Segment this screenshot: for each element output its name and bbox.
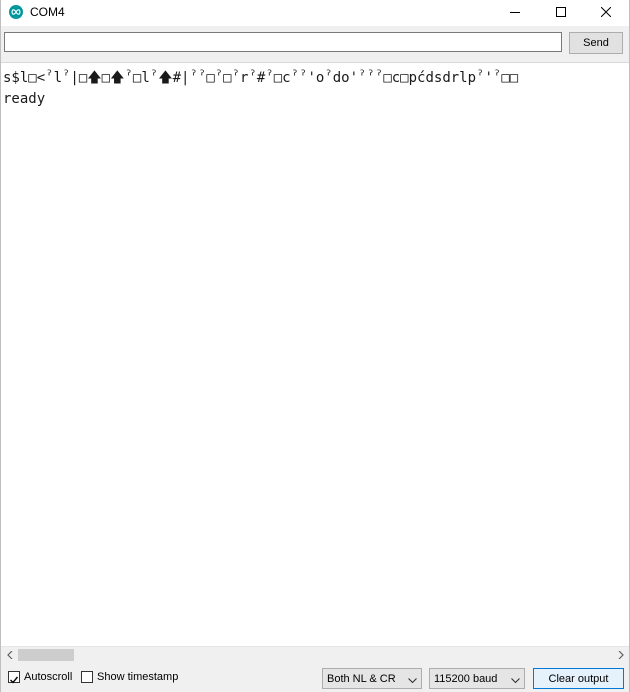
serial-monitor-window: COM4 Send s$l□<ˀlˀ|□🡅□🡅ˀ□lˀ🡅#|ˀˀ□ˀ□ˀrˀ#ˀ… <box>0 0 630 692</box>
title-bar: COM4 <box>1 0 629 26</box>
chevron-down-icon <box>408 675 417 687</box>
line-ending-value: Both NL & CR <box>327 673 396 685</box>
autoscroll-label[interactable]: Autoscroll <box>24 671 72 683</box>
autoscroll-checkbox[interactable] <box>8 671 20 684</box>
maximize-icon <box>556 4 566 22</box>
scroll-right-arrow-icon[interactable] <box>612 647 629 663</box>
serial-output[interactable]: s$l□<ˀlˀ|□🡅□🡅ˀ□lˀ🡅#|ˀˀ□ˀ□ˀrˀ#ˀ□cˀˀ'oˀdo'… <box>1 62 629 647</box>
horizontal-scrollbar[interactable] <box>1 646 629 663</box>
clear-output-button[interactable]: Clear output <box>533 668 624 689</box>
minimize-button[interactable] <box>492 0 538 26</box>
window-title: COM4 <box>30 5 65 19</box>
baud-rate-select[interactable]: 115200 baud <box>429 668 525 689</box>
serial-input[interactable] <box>4 32 562 52</box>
maximize-button[interactable] <box>538 0 584 26</box>
send-bar: Send <box>1 26 629 62</box>
scroll-left-arrow-icon[interactable] <box>1 647 18 663</box>
show-timestamp-checkbox[interactable] <box>81 671 93 683</box>
footer-bar: Autoscroll Show timestamp Both NL & CR 1… <box>1 663 629 692</box>
output-line: s$l□<ˀlˀ|□🡅□🡅ˀ□lˀ🡅#|ˀˀ□ˀ□ˀrˀ#ˀ□cˀˀ'oˀdo'… <box>3 70 519 86</box>
checkmark-icon <box>10 676 19 684</box>
minimize-icon <box>510 4 520 22</box>
chevron-down-icon <box>511 675 520 687</box>
line-ending-select[interactable]: Both NL & CR <box>322 668 422 689</box>
show-timestamp-label[interactable]: Show timestamp <box>97 671 178 683</box>
arduino-infinity-icon <box>9 5 23 19</box>
output-line: ready <box>3 91 46 107</box>
close-button[interactable] <box>583 0 629 26</box>
baud-rate-value: 115200 baud <box>434 673 498 685</box>
scrollbar-thumb[interactable] <box>18 649 74 661</box>
close-icon <box>600 4 612 22</box>
send-button[interactable]: Send <box>569 32 623 54</box>
